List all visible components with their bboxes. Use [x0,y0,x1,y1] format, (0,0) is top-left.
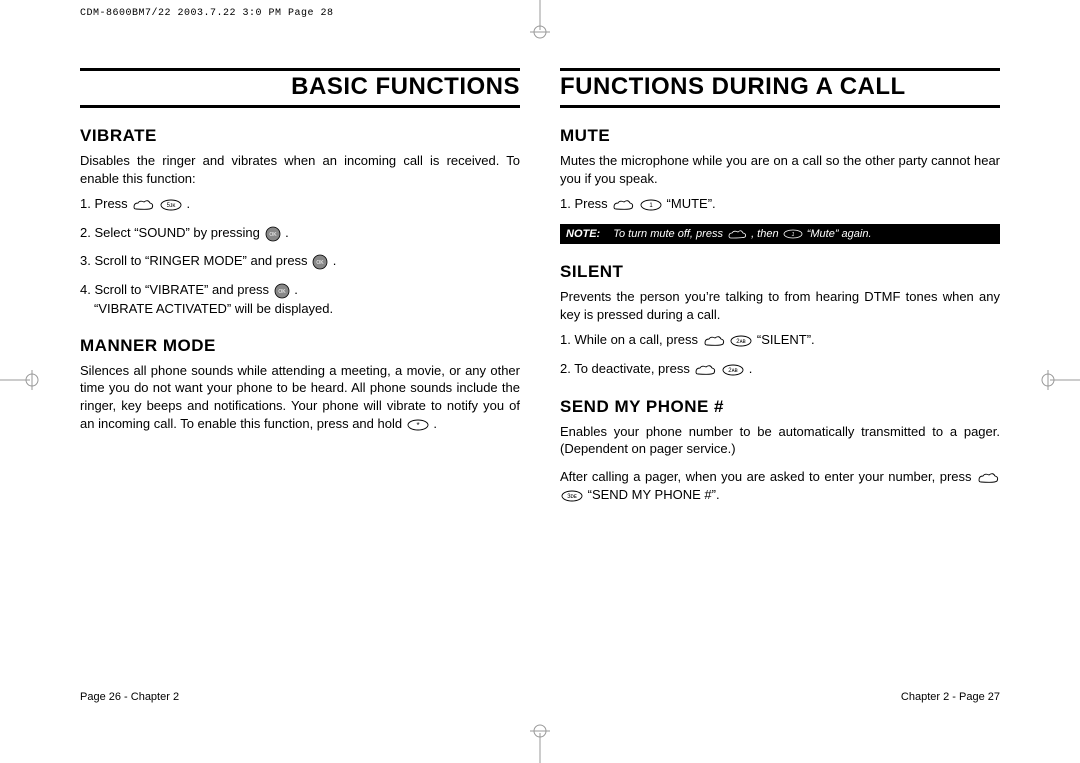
step-text-end: . [285,225,289,240]
manner-body: Silences all phone sounds while attendin… [80,362,520,433]
page-left: BASIC FUNCTIONS VIBRATE Disables the rin… [80,60,520,703]
step-text: 3. Scroll to “RINGER MODE” and press [80,253,311,268]
vibrate-steps: 1. Press 5ᴊᴋ . 2. Select “SOUND” by pres… [80,195,520,318]
note-text-c: “Mute” again. [807,228,872,240]
heading-manner-mode: MANNER MODE [80,336,520,356]
one-key-icon: 1 [640,196,662,214]
menu-key-icon [977,468,999,486]
svg-text:OK: OK [278,289,286,295]
send-body-b: “SEND MY PHONE #”. [588,487,720,502]
menu-key-icon [132,196,154,214]
crop-mark-bottom [530,723,550,763]
vibrate-step-4: 4. Scroll to “VIBRATE” and press OK . “V… [80,281,520,318]
step-text-end: “SILENT”. [757,332,815,347]
star-key-icon: * [407,415,429,433]
svg-text:OK: OK [317,260,325,266]
ok-key-icon: OK [265,224,281,242]
five-key-icon: 5ᴊᴋ [160,196,182,214]
svg-text:OK: OK [269,232,277,238]
step-text: 4. Scroll to “VIBRATE” and press [80,282,273,297]
menu-key-icon [612,196,634,214]
crop-mark-right [1040,370,1080,390]
silent-intro: Prevents the person you’re talking to fr… [560,288,1000,323]
footer-right: Chapter 2 - Page 27 [901,691,1000,703]
page-right: FUNCTIONS DURING A CALL MUTE Mutes the m… [560,60,1000,703]
step-text-end: . [333,253,337,268]
step-text-end: “MUTE”. [667,196,716,211]
menu-key-icon [703,332,725,350]
page-spread: BASIC FUNCTIONS VIBRATE Disables the rin… [80,60,1000,703]
menu-key-icon [694,360,716,378]
vibrate-step-2: 2. Select “SOUND” by pressing OK . [80,224,520,243]
mute-note: NOTE: To turn mute off, press , then 1 “… [560,224,1000,244]
manner-body-end: . [433,416,437,431]
svg-text:3ᴅᴇ: 3ᴅᴇ [567,494,577,500]
step-text-end: . [187,196,191,211]
mute-steps: 1. Press 1 “MUTE”. [560,195,1000,214]
footer-left: Page 26 - Chapter 2 [80,691,179,703]
step-text: 2. Select “SOUND” by pressing [80,225,264,240]
ok-key-icon: OK [274,282,290,300]
step-subtext: “VIBRATE ACTIVATED” will be displayed. [94,300,520,318]
step-text: 1. While on a call, press [560,332,702,347]
silent-step-1: 1. While on a call, press 2ᴀʙ “SILENT”. [560,331,1000,350]
heading-send-my-phone: SEND MY PHONE # [560,397,1000,417]
heading-silent: SILENT [560,262,1000,282]
vibrate-step-3: 3. Scroll to “RINGER MODE” and press OK … [80,252,520,271]
one-key-icon: 1 [783,227,803,241]
send-body-a: After calling a pager, when you are aske… [560,469,976,484]
two-key-icon: 2ᴀʙ [730,332,752,350]
vibrate-intro: Disables the ringer and vibrates when an… [80,152,520,187]
heading-vibrate: VIBRATE [80,126,520,146]
crop-mark-left [0,370,40,390]
mute-step-1: 1. Press 1 “MUTE”. [560,195,1000,214]
step-text: 1. Press [80,196,131,211]
mute-intro: Mutes the microphone while you are on a … [560,152,1000,187]
svg-text:1: 1 [791,232,794,238]
vibrate-step-1: 1. Press 5ᴊᴋ . [80,195,520,214]
step-text: 2. To deactivate, press [560,361,693,376]
step-text-end: . [749,361,753,376]
silent-steps: 1. While on a call, press 2ᴀʙ “SILENT”. … [560,331,1000,378]
step-text-end: . [294,282,298,297]
svg-text:5ᴊᴋ: 5ᴊᴋ [166,203,176,209]
menu-key-icon [727,227,747,241]
ok-key-icon: OK [312,253,328,271]
print-meta-header: CDM-8600BM7/22 2003.7.22 3:0 PM Page 28 [80,8,334,19]
note-label: NOTE: [566,228,600,240]
svg-text:*: * [416,421,419,430]
page-title-right: FUNCTIONS DURING A CALL [560,68,1000,108]
send-body: After calling a pager, when you are aske… [560,468,1000,505]
three-key-icon: 3ᴅᴇ [561,487,583,505]
svg-text:2ᴀʙ: 2ᴀʙ [736,339,746,345]
heading-mute: MUTE [560,126,1000,146]
crop-mark-top [530,0,550,40]
silent-step-2: 2. To deactivate, press 2ᴀʙ . [560,360,1000,379]
two-key-icon: 2ᴀʙ [722,360,744,378]
page-title-left: BASIC FUNCTIONS [80,68,520,108]
note-text-a: To turn mute off, press [613,228,726,240]
svg-text:1: 1 [649,203,653,209]
manner-body-text: Silences all phone sounds while attendin… [80,363,520,431]
note-text-b: , then [751,228,782,240]
svg-text:2ᴀʙ: 2ᴀʙ [728,368,738,374]
step-text: 1. Press [560,196,611,211]
send-intro: Enables your phone number to be automati… [560,423,1000,458]
